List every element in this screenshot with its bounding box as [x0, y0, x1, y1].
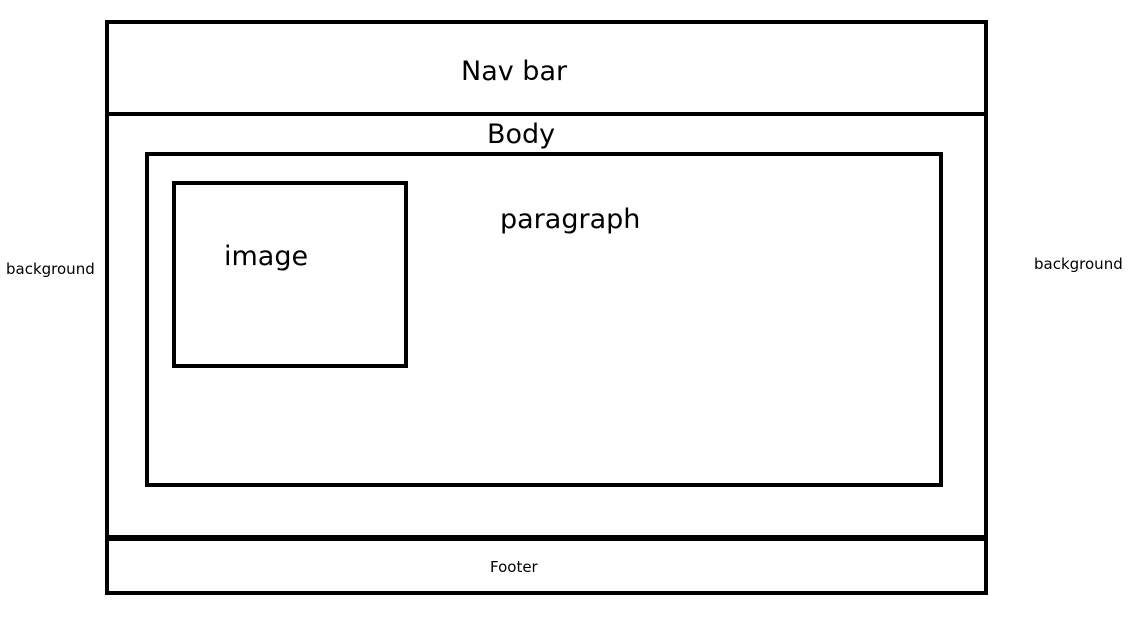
background-left-label: background — [6, 260, 95, 278]
nav-bar-label: Nav bar — [461, 56, 568, 87]
image-label: image — [224, 241, 309, 272]
paragraph-label: paragraph — [500, 204, 641, 235]
footer-box — [105, 535, 988, 595]
body-label: Body — [487, 119, 556, 150]
footer-label: Footer — [490, 558, 538, 576]
image-box — [172, 181, 408, 368]
background-right-label: background — [1034, 255, 1123, 273]
